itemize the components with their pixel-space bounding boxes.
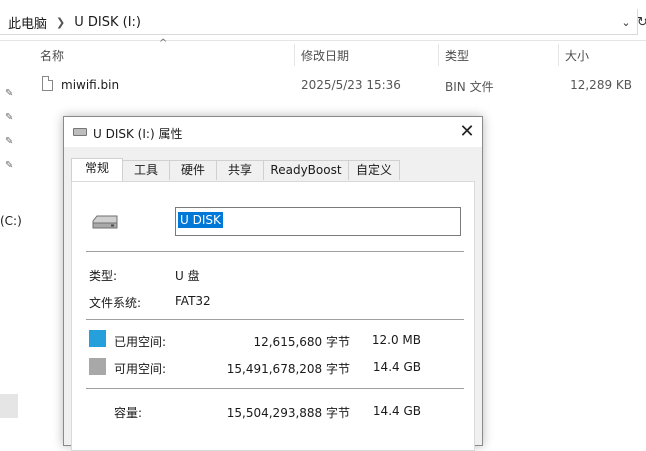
dialog-titlebar[interactable]: U DISK (I:) 属性 ✕ — [64, 117, 482, 147]
tab-tools[interactable]: 工具 — [122, 160, 170, 180]
file-icon — [42, 76, 53, 91]
file-date: 2025/5/23 15:36 — [301, 78, 401, 92]
divider — [86, 251, 464, 252]
breadcrumb-u-disk[interactable]: U DISK (I:) — [74, 15, 141, 30]
table-row[interactable]: miwifi.bin 2025/5/23 15:36 BIN 文件 12,289… — [36, 73, 646, 97]
pin-icon: ✎ — [5, 160, 14, 171]
tab-customize[interactable]: 自定义 — [348, 160, 400, 180]
tab-hardware[interactable]: 硬件 — [169, 160, 217, 180]
properties-dialog: U DISK (I:) 属性 ✕ 常规 工具 硬件 共享 ReadyBoost … — [63, 116, 483, 451]
dialog-title: U DISK (I:) 属性 — [93, 127, 183, 141]
pin-icon: ✎ — [5, 112, 14, 123]
breadcrumb-this-pc[interactable]: 此电脑 — [8, 13, 47, 32]
type-value: U 盘 — [175, 269, 200, 283]
general-tab-panel: U DISK 类型: U 盘 文件系统: FAT32 已用空间: 12,615,… — [71, 181, 475, 451]
file-size: 12,289 KB — [570, 78, 632, 92]
usb-drive-icon — [73, 128, 87, 136]
tab-sharing[interactable]: 共享 — [216, 160, 264, 180]
divider — [86, 319, 464, 320]
free-space-swatch — [89, 358, 106, 375]
nav-item-c-drive[interactable]: (C:) — [0, 214, 22, 228]
divider — [86, 388, 464, 389]
navigation-pane[interactable]: ✎ ✎ ✎ ✎ — [0, 40, 22, 428]
filesystem-value: FAT32 — [175, 294, 211, 308]
file-type: BIN 文件 — [445, 80, 494, 94]
breadcrumb-chevron-icon[interactable]: ❯ — [56, 16, 65, 29]
column-divider[interactable] — [294, 44, 295, 66]
used-space-label: 已用空间: — [114, 335, 167, 349]
pin-icon: ✎ — [5, 88, 14, 99]
tab-readyboost[interactable]: ReadyBoost — [263, 160, 349, 180]
address-bar[interactable]: 此电脑 ❯ U DISK (I:) ⌄ ↻ — [0, 0, 646, 41]
used-space-human: 12.0 MB — [371, 333, 421, 347]
capacity-label: 容量: — [114, 406, 143, 420]
breadcrumb[interactable]: 此电脑 ❯ U DISK (I:) — [8, 13, 141, 32]
tab-general[interactable]: 常规 — [71, 158, 123, 181]
nav-item-selected[interactable] — [0, 394, 18, 418]
free-space-human: 14.4 GB — [372, 360, 421, 374]
usb-drive-icon — [92, 215, 118, 229]
free-space-bytes: 15,491,678,208 字节 — [226, 362, 350, 376]
column-divider[interactable] — [438, 44, 439, 66]
chevron-down-icon[interactable]: ⌄ — [616, 13, 636, 33]
pin-icon: ✎ — [5, 136, 14, 147]
used-space-bytes: 12,615,680 字节 — [253, 335, 350, 349]
sort-ascending-icon: ^ — [159, 38, 168, 49]
column-divider[interactable] — [558, 44, 559, 66]
type-label: 类型: — [89, 269, 118, 283]
free-space-label: 可用空间: — [114, 362, 167, 376]
filesystem-label: 文件系统: — [89, 296, 142, 310]
file-name[interactable]: miwifi.bin — [61, 78, 119, 92]
column-header-name[interactable]: 名称 — [40, 47, 64, 64]
column-header-size[interactable]: 大小 — [565, 47, 589, 64]
used-space-swatch — [89, 330, 106, 347]
capacity-bytes: 15,504,293,888 字节 — [226, 406, 350, 420]
refresh-icon[interactable]: ↻ — [637, 13, 646, 33]
column-header-date[interactable]: 修改日期 — [301, 47, 349, 64]
close-icon[interactable]: ✕ — [452, 119, 482, 145]
capacity-human: 14.4 GB — [372, 404, 421, 418]
column-header-type[interactable]: 类型 — [445, 47, 469, 64]
volume-name-selected-text[interactable]: U DISK — [178, 212, 223, 228]
